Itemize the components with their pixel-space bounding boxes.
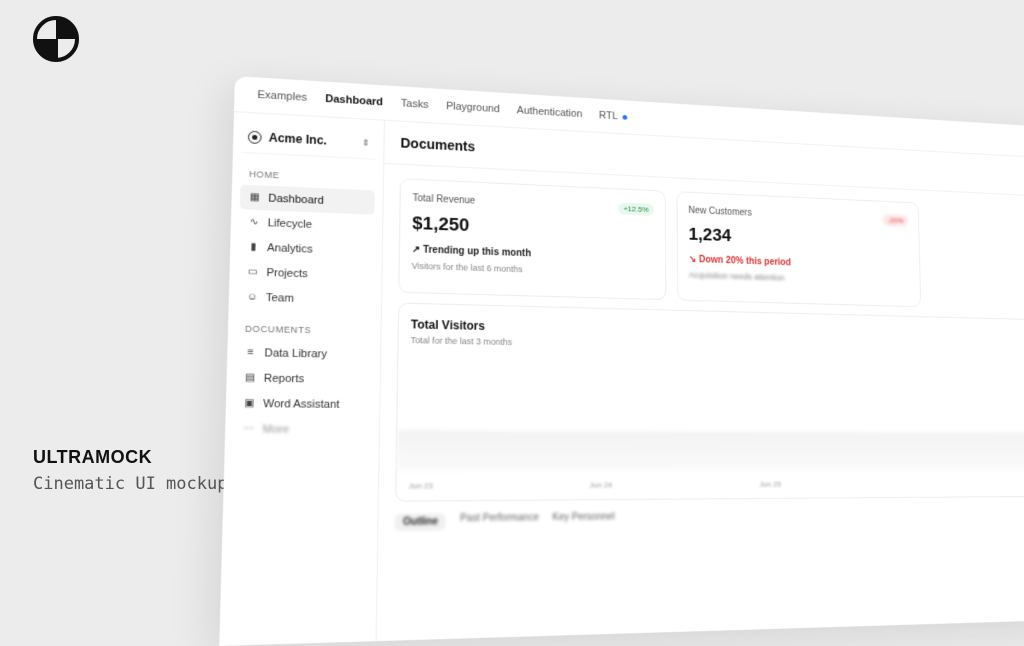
topnav-tasks[interactable]: Tasks bbox=[401, 98, 429, 111]
tab-outline[interactable]: Outline bbox=[394, 513, 447, 532]
folder-icon: ▭ bbox=[247, 266, 258, 278]
card-trend: ↗ Trending up this month bbox=[412, 244, 654, 263]
sidebar-item-label: More bbox=[262, 423, 290, 436]
trend-badge: +12.5% bbox=[617, 202, 655, 216]
sidebar-item-label: Projects bbox=[266, 266, 308, 280]
chevron-updown-icon: ⇕ bbox=[361, 137, 370, 148]
users-icon: ☺ bbox=[246, 291, 258, 303]
x-tick-label: Jun 25 bbox=[759, 479, 782, 489]
topnav-rtl[interactable]: RTL bbox=[598, 109, 628, 123]
report-icon: ▤ bbox=[244, 372, 256, 384]
sidebar-item-label: Lifecycle bbox=[267, 216, 313, 231]
sidebar: Acme Inc. ⇕ HOME ▦ Dashboard ∿ Lifecycle… bbox=[219, 112, 385, 646]
topnav-dashboard[interactable]: Dashboard bbox=[325, 93, 383, 108]
stat-card-customers: New Customers -20% 1,234 ↘ Down 20% this… bbox=[676, 191, 922, 308]
card-subtext: Visitors for the last 6 months bbox=[411, 260, 523, 275]
topnav-examples[interactable]: Examples bbox=[257, 89, 307, 104]
pulse-icon: ∿ bbox=[249, 216, 259, 228]
visitors-chart-card: Total Visitors Total for the last 3 mont… bbox=[395, 302, 1024, 502]
card-subtext: Acquisition needs attention bbox=[688, 270, 785, 283]
chart-x-axis: Jun 23 Jun 24 Jun 25 bbox=[409, 480, 782, 491]
grid-icon: ▦ bbox=[249, 191, 260, 204]
database-icon: ≡ bbox=[247, 347, 254, 359]
x-tick-label: Jun 23 bbox=[408, 481, 433, 491]
topnav-rtl-label: RTL bbox=[598, 109, 618, 122]
sidebar-item-more[interactable]: ⋯ More bbox=[233, 416, 371, 442]
sidebar-item-label: Team bbox=[265, 291, 295, 305]
rtl-status-dot bbox=[622, 114, 628, 120]
trend-badge: -20% bbox=[882, 214, 909, 227]
stat-card-revenue: Total Revenue +12.5% $1,250 ↗ Trending u… bbox=[398, 178, 667, 301]
sidebar-item-label: Dashboard bbox=[268, 192, 324, 207]
card-value: $1,250 bbox=[412, 213, 470, 236]
tab-key-personnel[interactable]: Key Personnel bbox=[552, 512, 614, 529]
topnav-authentication[interactable]: Authentication bbox=[517, 105, 582, 120]
card-value: 1,234 bbox=[688, 224, 732, 246]
bar-chart-icon: ▮ bbox=[250, 241, 257, 253]
section-label-documents: DOCUMENTS bbox=[244, 323, 312, 336]
sidebar-item-label: Reports bbox=[263, 372, 305, 385]
tab-past-performance[interactable]: Past Performance bbox=[460, 512, 539, 530]
content-tabs: Outline Past Performance Key Personnel bbox=[394, 508, 1024, 532]
main-content: Documents Total Revenue +12.5% $1,250 ↗ … bbox=[377, 120, 1024, 642]
mockup-stage: Examples Dashboard Tasks Playground Auth… bbox=[205, 76, 1024, 646]
chart-area bbox=[396, 430, 1024, 471]
trend-down-icon: ↘ bbox=[688, 254, 699, 265]
stat-cards: Total Revenue +12.5% $1,250 ↗ Trending u… bbox=[398, 178, 1024, 310]
sidebar-item-label: Data Library bbox=[264, 346, 328, 360]
team-logo-icon bbox=[247, 130, 262, 144]
sidebar-item-reports[interactable]: ▤ Reports bbox=[235, 365, 372, 392]
card-trend-text: Trending up this month bbox=[422, 244, 532, 260]
card-trend: ↘ Down 20% this period bbox=[689, 254, 910, 272]
ellipsis-icon: ⋯ bbox=[243, 423, 255, 435]
sidebar-item-data-library[interactable]: ≡ Data Library bbox=[236, 340, 373, 367]
topnav-playground[interactable]: Playground bbox=[446, 101, 500, 115]
sidebar-item-projects[interactable]: ▭ Projects bbox=[238, 259, 374, 288]
team-name: Acme Inc. bbox=[268, 130, 328, 148]
x-tick-label: Jun 24 bbox=[589, 480, 613, 490]
app-window: Examples Dashboard Tasks Playground Auth… bbox=[219, 76, 1024, 646]
sidebar-item-team[interactable]: ☺ Team bbox=[237, 284, 373, 312]
card-label: New Customers bbox=[688, 205, 752, 219]
sidebar-item-word-assistant[interactable]: ▣ Word Assistant bbox=[234, 391, 371, 418]
ultramock-logo-icon bbox=[33, 16, 79, 62]
team-switcher[interactable]: Acme Inc. ⇕ bbox=[241, 120, 376, 160]
sidebar-item-label: Word Assistant bbox=[263, 397, 340, 411]
document-icon: ▣ bbox=[244, 397, 255, 410]
sidebar-item-label: Analytics bbox=[266, 241, 313, 256]
trend-up-icon: ↗ bbox=[411, 244, 424, 256]
card-trend-text: Down 20% this period bbox=[698, 254, 791, 269]
